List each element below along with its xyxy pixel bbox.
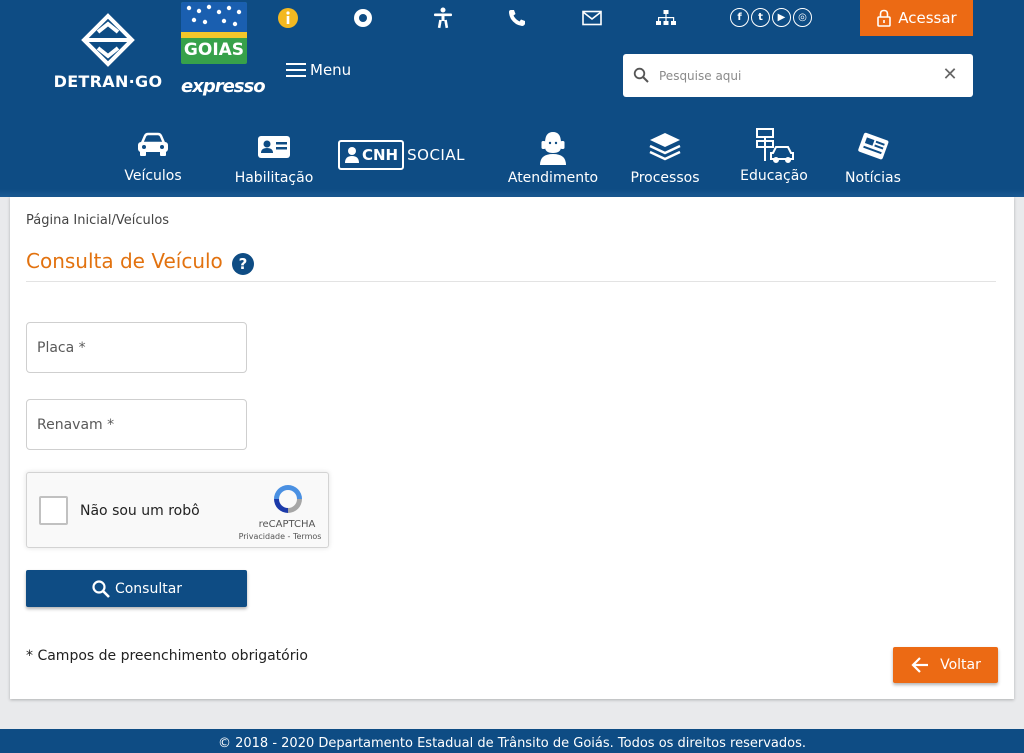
search-input[interactable]	[657, 62, 927, 90]
info-icon[interactable]	[277, 7, 299, 29]
breadcrumb[interactable]: Página Inicial/Veículos	[26, 213, 169, 228]
detran-logo-text: DETRAN·GO	[53, 72, 163, 91]
detran-logo[interactable]: DETRAN·GO	[52, 12, 164, 94]
stars-icon	[186, 4, 242, 27]
newspaper-icon	[856, 124, 890, 170]
lock-icon	[877, 9, 892, 27]
hamburger-icon	[286, 63, 306, 77]
site-header: DETRAN·GO GOIAS expresso f t ▶ ◎ Acessar…	[0, 0, 1024, 197]
recaptcha-widget: Não sou um robô reCAPTCHA Privacidade - …	[26, 472, 329, 548]
social-word: SOCIAL	[407, 146, 465, 164]
mail-icon[interactable]	[581, 7, 603, 29]
instagram-icon[interactable]: ◎	[793, 8, 812, 27]
clear-search-icon[interactable]: ✕	[941, 66, 959, 84]
goias-logo-text: GOIAS	[183, 40, 245, 60]
menu-label: Menu	[310, 61, 352, 79]
recaptcha-brand: reCAPTCHA	[258, 519, 316, 530]
renavam-input[interactable]	[27, 400, 246, 449]
required-fields-note: * Campos de preenchimento obrigatório	[26, 648, 308, 664]
facebook-icon[interactable]: f	[730, 8, 749, 27]
recaptcha-logo-icon	[271, 482, 305, 520]
location-icon[interactable]	[352, 7, 374, 29]
goias-logo[interactable]: GOIAS	[181, 2, 247, 64]
goias-flag-strip	[181, 32, 247, 38]
nav-veiculos-label: Veículos	[124, 168, 182, 184]
placa-field	[26, 322, 247, 373]
nav-habilitacao-label: Habilitação	[234, 170, 314, 186]
nav-processos-label: Processos	[630, 170, 700, 186]
nav-noticias[interactable]: Notícias	[840, 124, 906, 186]
page-title: Consulta de Veículo	[26, 249, 223, 273]
consultar-label: Consultar	[114, 580, 183, 597]
recaptcha-label: Não sou um robô	[80, 503, 200, 519]
nav-habilitacao[interactable]: Habilitação	[230, 124, 318, 186]
nav-atendimento-label: Atendimento	[507, 170, 599, 186]
accessibility-icon[interactable]	[432, 7, 454, 29]
arrow-left-icon	[911, 657, 929, 673]
voltar-label: Voltar	[940, 657, 981, 673]
phone-icon[interactable]	[506, 7, 528, 29]
title-divider	[26, 281, 996, 282]
attendant-icon	[538, 124, 568, 170]
search-icon	[633, 67, 649, 83]
recaptcha-terms[interactable]: Privacidade - Termos	[235, 532, 325, 541]
search-box: ✕	[623, 54, 973, 97]
header-bottom-band	[0, 189, 1024, 197]
voltar-button[interactable]: Voltar	[893, 647, 998, 683]
nav-noticias-label: Notícias	[845, 170, 901, 186]
sitemap-icon[interactable]	[655, 7, 677, 29]
nav-educacao-label: Educação	[740, 168, 808, 184]
nav-educacao[interactable]: Educação	[735, 122, 813, 184]
menu-button[interactable]: Menu	[286, 58, 351, 82]
search-icon	[92, 579, 110, 598]
cnh-word: CNH	[362, 146, 399, 164]
nav-cnh-social[interactable]: CNH SOCIAL	[338, 140, 465, 170]
acessar-button[interactable]: Acessar	[860, 0, 973, 36]
layers-icon	[648, 124, 682, 170]
footer-copyright: © 2018 - 2020 Departamento Estadual de T…	[217, 736, 806, 751]
acessar-label: Acessar	[898, 9, 957, 27]
help-icon[interactable]: ?	[232, 253, 254, 275]
consultar-button[interactable]: Consultar	[26, 570, 247, 607]
expresso-logo[interactable]: expresso	[181, 76, 266, 97]
car-icon	[136, 122, 170, 168]
goias-flag-stars	[181, 2, 247, 34]
nav-atendimento[interactable]: Atendimento	[504, 124, 602, 186]
traffic-education-icon	[753, 122, 795, 168]
id-card-icon	[257, 124, 291, 170]
renavam-field	[26, 399, 247, 450]
detran-emblem-icon	[81, 13, 135, 67]
site-footer: © 2018 - 2020 Departamento Estadual de T…	[0, 729, 1024, 753]
placa-input[interactable]	[27, 323, 246, 372]
nav-veiculos[interactable]: Veículos	[118, 122, 188, 184]
nav-processos[interactable]: Processos	[625, 124, 705, 186]
consulta-card: Página Inicial/Veículos Consulta de Veíc…	[10, 197, 1014, 699]
recaptcha-checkbox[interactable]	[39, 496, 68, 525]
youtube-icon[interactable]: ▶	[772, 8, 791, 27]
twitter-icon[interactable]: t	[751, 8, 770, 27]
social-links: f t ▶ ◎	[730, 8, 812, 27]
cnh-social-icon: CNH	[338, 140, 405, 170]
